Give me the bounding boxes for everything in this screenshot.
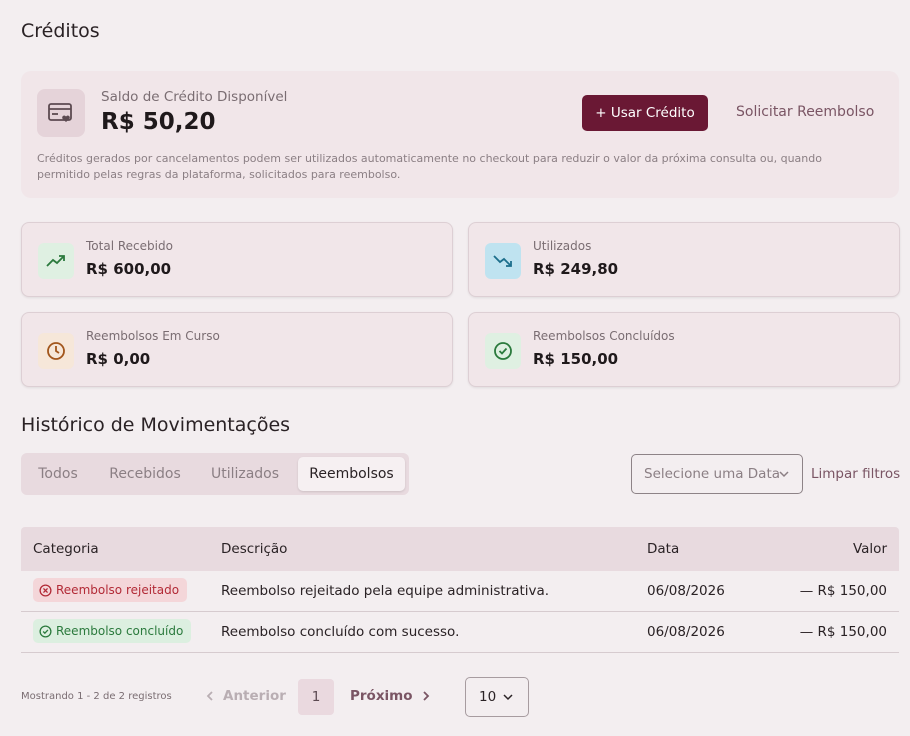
x-circle-icon [39, 583, 52, 597]
credit-card-heart-icon [37, 89, 85, 137]
per-page-value: 10 [479, 689, 497, 705]
clear-filters-link[interactable]: Limpar filtros [811, 466, 900, 482]
row-date: 06/08/2026 [647, 583, 725, 599]
table-row: Reembolso concluído Reembolso concluído … [21, 612, 899, 653]
stat-value: R$ 150,00 [533, 350, 619, 368]
chevron-down-icon [503, 694, 513, 701]
stat-label: Total Recebido [86, 239, 173, 253]
stat-card-refunds-completed: Reembolsos Concluídos R$ 150,00 [468, 312, 900, 387]
stat-value: R$ 249,80 [533, 260, 619, 278]
status-badge-label: Reembolso concluído [56, 624, 184, 638]
column-header-description: Descrição [221, 541, 288, 557]
filter-tabs: Todos Recebidos Utilizados Reembolsos [21, 453, 409, 495]
tab-utilizados[interactable]: Utilizados [201, 457, 289, 491]
stat-card-total-received: Total Recebido R$ 600,00 [21, 222, 453, 297]
check-circle-icon [39, 624, 52, 638]
chevron-right-icon [422, 691, 429, 701]
status-badge-label: Reembolso rejeitado [56, 583, 180, 597]
stat-value: R$ 600,00 [86, 260, 172, 278]
column-header-value: Valor [852, 541, 887, 557]
tab-recebidos[interactable]: Recebidos [99, 457, 191, 491]
next-page-label: Próximo [350, 688, 413, 704]
request-refund-link[interactable]: Solicitar Reembolso [736, 104, 874, 120]
history-title: Histórico de Movimentações [21, 414, 291, 436]
trending-up-icon [38, 243, 74, 279]
row-description: Reembolso concluído com sucesso. [221, 624, 460, 640]
page-title: Créditos [21, 20, 100, 42]
previous-page-button[interactable]: Anterior [205, 688, 286, 704]
credit-amount: R$ 50,20 [101, 109, 216, 135]
stat-label: Reembolsos Concluídos [533, 329, 675, 343]
status-badge: Reembolso concluído [33, 619, 192, 643]
column-header-date: Data [647, 541, 680, 557]
row-description: Reembolso rejeitado pela equipe administ… [221, 583, 550, 599]
date-select-placeholder: Selecione uma Data [644, 466, 781, 482]
use-credit-button[interactable]: + Usar Crédito [582, 95, 708, 131]
tab-reembolsos[interactable]: Reembolsos [298, 457, 405, 491]
credit-label: Saldo de Crédito Disponível [101, 89, 288, 105]
stat-value: R$ 0,00 [86, 350, 151, 368]
per-page-select[interactable]: 10 [465, 677, 529, 717]
chevron-left-icon [206, 691, 213, 701]
next-page-button[interactable]: Próximo [350, 688, 431, 704]
row-value: — R$ 150,00 [799, 583, 887, 599]
table-header: Categoria Descrição Data Valor [21, 527, 899, 571]
column-header-category: Categoria [33, 541, 99, 557]
previous-page-label: Anterior [223, 688, 286, 704]
trending-down-icon [485, 243, 521, 279]
chevron-down-icon [779, 471, 789, 478]
status-badge: Reembolso rejeitado [33, 578, 188, 602]
stat-card-refunds-in-progress: Reembolsos Em Curso R$ 0,00 [21, 312, 453, 387]
page-number-button[interactable]: 1 [298, 679, 334, 715]
table-row: Reembolso rejeitado Reembolso rejeitado … [21, 571, 899, 612]
clock-icon [38, 333, 74, 369]
row-date: 06/08/2026 [647, 624, 725, 640]
stat-label: Reembolsos Em Curso [86, 329, 220, 343]
showing-records: Mostrando 1 - 2 de 2 registros [21, 691, 172, 702]
stat-card-used: Utilizados R$ 249,80 [468, 222, 900, 297]
date-select[interactable]: Selecione uma Data [631, 454, 803, 494]
credit-balance-card: Saldo de Crédito Disponível R$ 50,20 + U… [21, 71, 899, 198]
stat-label: Utilizados [533, 239, 592, 253]
row-value: — R$ 150,00 [799, 624, 887, 640]
tab-todos[interactable]: Todos [25, 457, 91, 491]
credit-description: Créditos gerados por cancelamentos podem… [37, 152, 822, 181]
check-circle-icon [485, 333, 521, 369]
